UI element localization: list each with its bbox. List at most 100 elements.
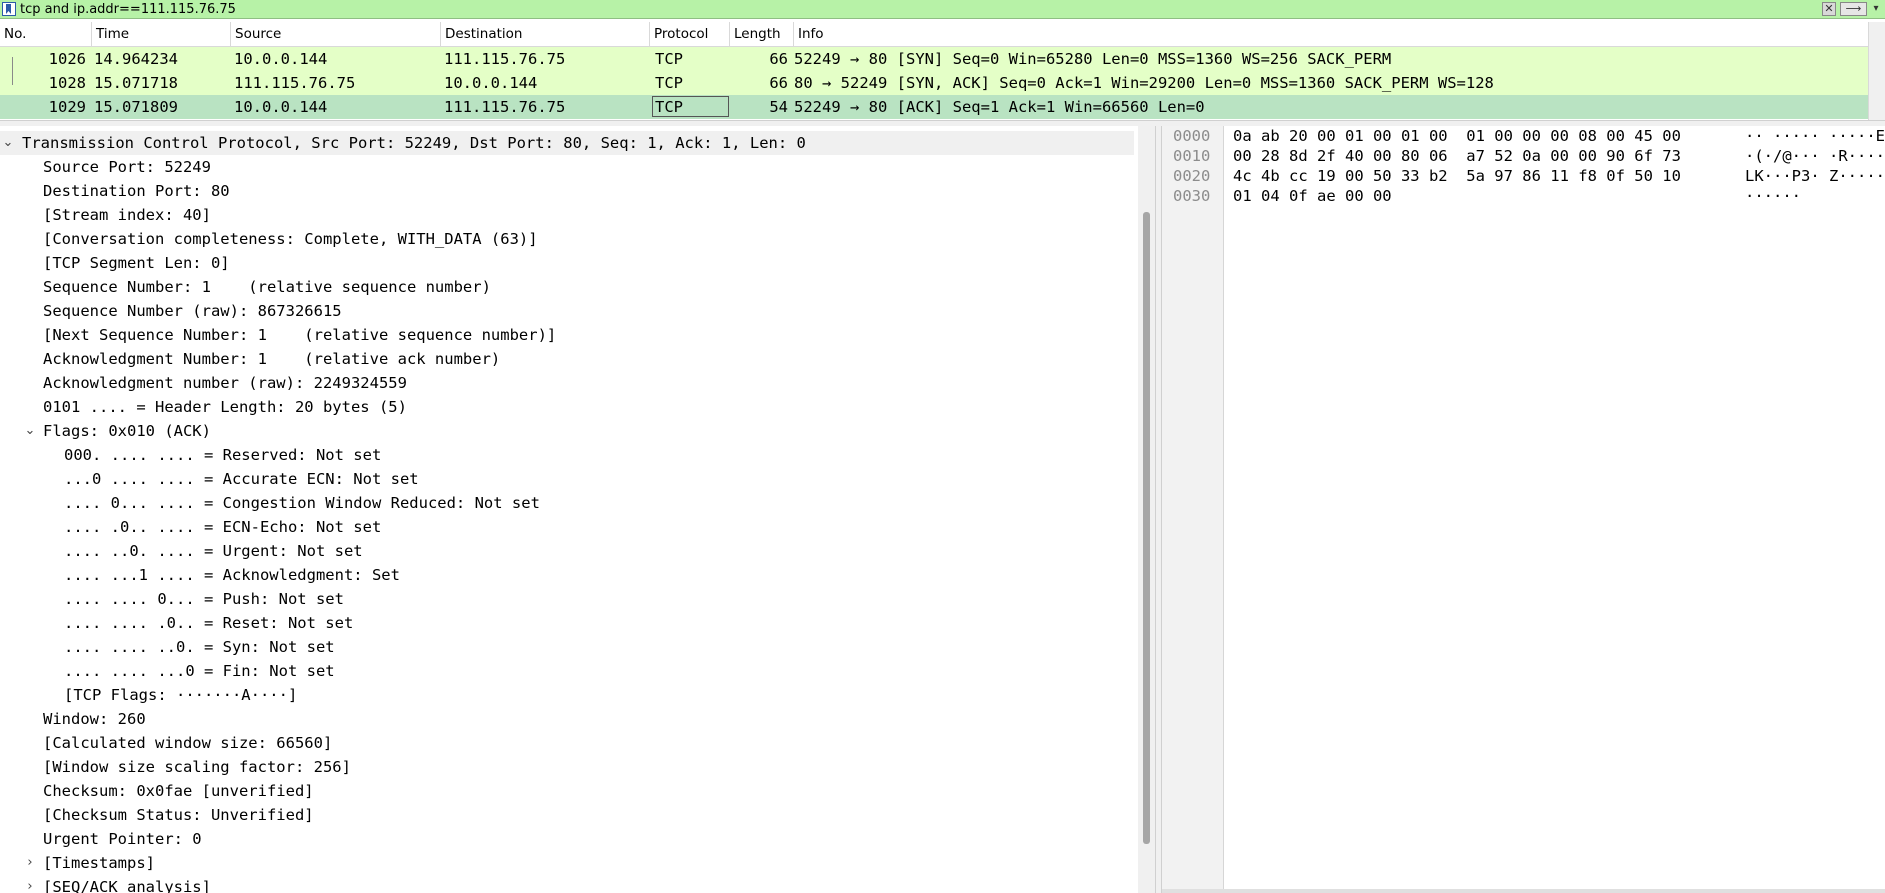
- tree-item[interactable]: › [SEQ/ACK analysis]: [0, 875, 1134, 893]
- tree-item[interactable]: [TCP Segment Len: 0]: [0, 251, 1134, 275]
- tree-item[interactable]: .... .... ...0 = Fin: Not set: [0, 659, 1134, 683]
- column-header-source[interactable]: Source: [231, 22, 441, 46]
- tree-item-label: [Next Sequence Number: 1 (relative seque…: [43, 326, 557, 344]
- tree-item[interactable]: .... .0.. .... = ECN-Echo: Not set: [0, 515, 1134, 539]
- chevron-right-icon[interactable]: ›: [23, 851, 37, 875]
- packet-info: 52249 → 80 [ACK] Seq=1 Ack=1 Win=66560 L…: [794, 98, 1205, 116]
- bytes-offset-column: [1162, 126, 1224, 889]
- tree-item[interactable]: .... .... .0.. = Reset: Not set: [0, 611, 1134, 635]
- packet-protocol: TCP: [655, 98, 683, 116]
- tree-item-label: .... .... ...0 = Fin: Not set: [64, 662, 335, 680]
- chevron-down-icon[interactable]: ⌄: [1, 131, 15, 155]
- tree-item-label: .... ...1 .... = Acknowledgment: Set: [64, 566, 400, 584]
- tree-item-label: [Window size scaling factor: 256]: [43, 758, 351, 776]
- tree-item[interactable]: [Conversation completeness: Complete, WI…: [0, 227, 1134, 251]
- column-header-protocol[interactable]: Protocol: [650, 22, 730, 46]
- tree-item[interactable]: › [Timestamps]: [0, 851, 1134, 875]
- tree-item[interactable]: ⌄ Transmission Control Protocol, Src Port…: [0, 131, 1134, 155]
- packet-info: 80 → 52249 [SYN, ACK] Seq=0 Ack=1 Win=29…: [794, 74, 1494, 92]
- packet-details-tree: ⌄ Transmission Control Protocol, Src Port…: [0, 126, 1155, 893]
- tree-item[interactable]: Window: 260: [0, 707, 1134, 731]
- tree-item-label: [Calculated window size: 66560]: [43, 734, 333, 752]
- packet-time: 14.964234: [94, 50, 178, 68]
- bookmark-icon[interactable]: [2, 2, 16, 16]
- packet-list-header: No. Time Source Destination Protocol Len…: [0, 22, 1868, 47]
- details-scrollbar-thumb[interactable]: [1143, 212, 1150, 844]
- bytes-offset: 0030: [1173, 187, 1211, 205]
- display-filter-bar: tcp and ip.addr==111.115.76.75 ✕ ⟶ ▾: [0, 0, 1885, 19]
- tree-item-label: Transmission Control Protocol, Src Port:…: [22, 134, 806, 152]
- column-header-time[interactable]: Time: [92, 22, 231, 46]
- tree-item[interactable]: Acknowledgment Number: 1 (relative ack n…: [0, 347, 1134, 371]
- chevron-down-icon[interactable]: ⌄: [23, 419, 37, 443]
- column-header-length[interactable]: Length: [730, 22, 794, 46]
- tree-item[interactable]: Source Port: 52249: [0, 155, 1134, 179]
- packet-list-scrollbar[interactable]: [1868, 22, 1885, 120]
- tree-item-label: Checksum: 0x0fae [unverified]: [43, 782, 314, 800]
- tree-item-label: Acknowledgment Number: 1 (relative ack n…: [43, 350, 501, 368]
- tree-item-label: Acknowledgment number (raw): 2249324559: [43, 374, 407, 392]
- tree-item[interactable]: .... .... 0... = Push: Not set: [0, 587, 1134, 611]
- tree-item[interactable]: Destination Port: 80: [0, 179, 1134, 203]
- packet-bytes-pane: 0000 0a ab 20 00 01 00 01 00 01 00 00 00 …: [1162, 126, 1885, 893]
- tree-item-label: .... 0... .... = Congestion Window Reduc…: [64, 494, 540, 512]
- bytes-hex[interactable]: 01 04 0f ae 00 00: [1233, 184, 1392, 208]
- conversation-middle-marker: [12, 71, 13, 85]
- packet-no: 1028: [48, 74, 86, 92]
- tree-item-label: [Conversation completeness: Complete, WI…: [43, 230, 538, 248]
- tree-item[interactable]: Checksum: 0x0fae [unverified]: [0, 779, 1134, 803]
- bytes-scrollbar[interactable]: [1162, 889, 1885, 893]
- tree-item[interactable]: ...0 .... .... = Accurate ECN: Not set: [0, 467, 1134, 491]
- packet-length: 66: [769, 74, 788, 92]
- column-header-destination[interactable]: Destination: [441, 22, 650, 46]
- conversation-start-marker: [12, 57, 13, 71]
- tree-item[interactable]: ⌄ Flags: 0x010 (ACK): [0, 419, 1134, 443]
- chevron-right-icon[interactable]: ›: [23, 875, 37, 893]
- packet-time: 15.071809: [94, 98, 178, 116]
- packet-destination: 111.115.76.75: [444, 98, 566, 116]
- tree-item[interactable]: [TCP Flags: ·······A····]: [0, 683, 1134, 707]
- recent-filters-dropdown-icon[interactable]: ▾: [1869, 2, 1883, 16]
- display-filter-input[interactable]: tcp and ip.addr==111.115.76.75: [20, 1, 236, 18]
- tree-item[interactable]: [Stream index: 40]: [0, 203, 1134, 227]
- tree-item-label: .... ..0. .... = Urgent: Not set: [64, 542, 363, 560]
- tree-item[interactable]: Acknowledgment number (raw): 2249324559: [0, 371, 1134, 395]
- tree-item-label: Flags: 0x010 (ACK): [43, 422, 211, 440]
- packet-row[interactable]: 1028 15.071718 111.115.76.75 10.0.0.144 …: [0, 71, 1868, 95]
- packet-info: 52249 → 80 [SYN] Seq=0 Win=65280 Len=0 M…: [794, 50, 1392, 68]
- tree-item-label: [Timestamps]: [43, 854, 155, 872]
- tree-item-label: Window: 260: [43, 710, 146, 728]
- tree-item[interactable]: Sequence Number: 1 (relative sequence nu…: [0, 275, 1134, 299]
- packet-row-selected[interactable]: 1029 15.071809 10.0.0.144 111.115.76.75 …: [0, 95, 1868, 119]
- tree-item[interactable]: [Calculated window size: 66560]: [0, 731, 1134, 755]
- packet-time: 15.071718: [94, 74, 178, 92]
- tree-item-label: 000. .... .... = Reserved: Not set: [64, 446, 382, 464]
- column-header-no[interactable]: No.: [0, 22, 92, 46]
- tree-item-label: .... .0.. .... = ECN-Echo: Not set: [64, 518, 382, 536]
- tree-item[interactable]: Sequence Number (raw): 867326615: [0, 299, 1134, 323]
- packet-source: 10.0.0.144: [234, 98, 328, 116]
- tree-item[interactable]: .... 0... .... = Congestion Window Reduc…: [0, 491, 1134, 515]
- details-scrollbar[interactable]: [1138, 126, 1155, 893]
- clear-filter-icon[interactable]: ✕: [1822, 2, 1836, 16]
- tree-item[interactable]: .... .... ..0. = Syn: Not set: [0, 635, 1134, 659]
- tree-item[interactable]: Urgent Pointer: 0: [0, 827, 1134, 851]
- column-header-info[interactable]: Info: [794, 22, 1868, 46]
- tree-item-label: .... .... 0... = Push: Not set: [64, 590, 344, 608]
- tree-item[interactable]: [Next Sequence Number: 1 (relative seque…: [0, 323, 1134, 347]
- pane-splitter-vertical[interactable]: [1155, 126, 1162, 893]
- packet-destination: 111.115.76.75: [444, 50, 566, 68]
- apply-filter-icon[interactable]: ⟶: [1840, 2, 1867, 16]
- tree-item[interactable]: [Window size scaling factor: 256]: [0, 755, 1134, 779]
- tree-item-label: 0101 .... = Header Length: 20 bytes (5): [43, 398, 407, 416]
- packet-length: 54: [769, 98, 788, 116]
- tree-item[interactable]: 000. .... .... = Reserved: Not set: [0, 443, 1134, 467]
- tree-item[interactable]: 0101 .... = Header Length: 20 bytes (5): [0, 395, 1134, 419]
- tree-item-label: .... .... .0.. = Reset: Not set: [64, 614, 354, 632]
- tree-item-label: Sequence Number: 1 (relative sequence nu…: [43, 278, 491, 296]
- tree-item[interactable]: [Checksum Status: Unverified]: [0, 803, 1134, 827]
- bytes-ascii[interactable]: ······: [1745, 184, 1801, 208]
- tree-item[interactable]: .... ...1 .... = Acknowledgment: Set: [0, 563, 1134, 587]
- tree-item[interactable]: .... ..0. .... = Urgent: Not set: [0, 539, 1134, 563]
- packet-row[interactable]: 1026 14.964234 10.0.0.144 111.115.76.75 …: [0, 47, 1868, 71]
